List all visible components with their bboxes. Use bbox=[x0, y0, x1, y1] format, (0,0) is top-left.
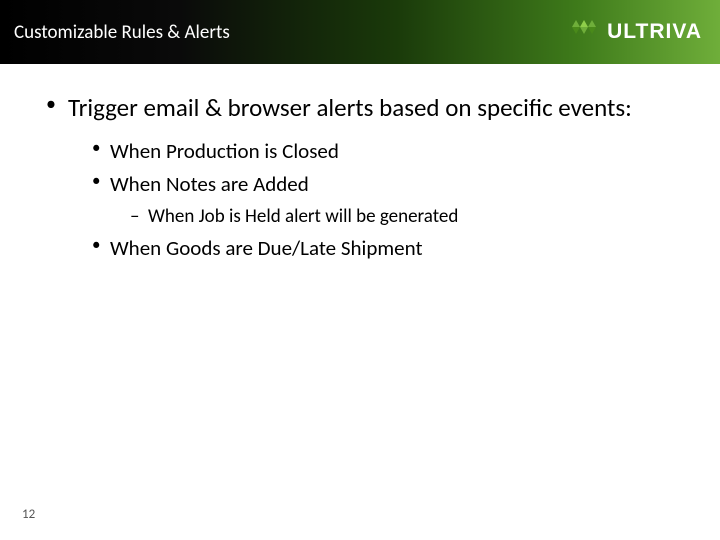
bullet-level3: When Job is Held alert will be generated bbox=[130, 204, 680, 230]
bullet-text: When Notes are Added bbox=[110, 171, 309, 197]
bullet-level2: When Notes are Added When Job is Held al… bbox=[90, 170, 680, 230]
brand-logo: ULTRIVA bbox=[567, 18, 702, 46]
bullet-text: Trigger email & browser alerts based on … bbox=[68, 92, 632, 123]
bullet-level1: Trigger email & browser alerts based on … bbox=[40, 92, 680, 262]
slide-header: Customizable Rules & Alerts ULTRIVA bbox=[0, 0, 720, 64]
bullet-text: When Production is Closed bbox=[110, 138, 339, 164]
bullet-level2: When Goods are Due/Late Shipment bbox=[90, 234, 680, 262]
brand-name: ULTRIVA bbox=[607, 20, 702, 44]
slide-title: Customizable Rules & Alerts bbox=[14, 21, 230, 44]
bullet-level2: When Production is Closed bbox=[90, 137, 680, 165]
bullet-text: When Job is Held alert will be generated bbox=[148, 205, 458, 228]
page-number: 12 bbox=[22, 507, 35, 522]
ultriva-mark-icon bbox=[567, 18, 601, 46]
slide-body: Trigger email & browser alerts based on … bbox=[0, 64, 720, 262]
bullet-text: When Goods are Due/Late Shipment bbox=[110, 235, 422, 261]
